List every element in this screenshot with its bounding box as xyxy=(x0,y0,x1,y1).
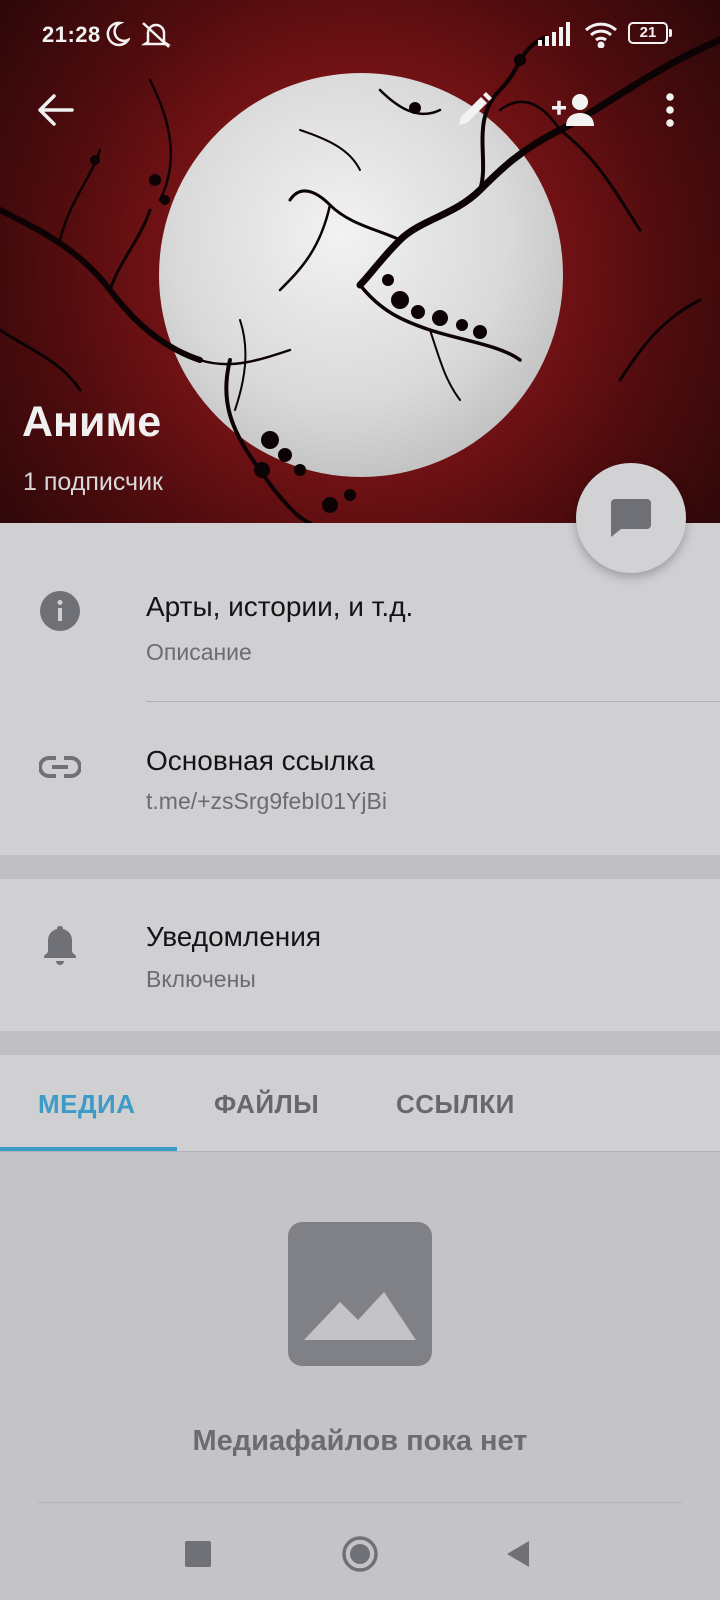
back-arrow-icon xyxy=(38,94,74,126)
signal-icon xyxy=(538,22,574,52)
add-subscriber-button[interactable] xyxy=(544,80,604,140)
bell-icon xyxy=(38,923,82,967)
more-options-button[interactable] xyxy=(640,80,700,140)
add-person-icon xyxy=(552,94,594,126)
info-icon xyxy=(38,589,82,633)
status-time: 21:28 xyxy=(42,22,101,47)
edit-button[interactable] xyxy=(444,80,504,140)
battery-icon: 21 xyxy=(628,22,672,44)
notifications-title: Уведомления xyxy=(146,921,322,952)
tab-files[interactable]: ФАЙЛЫ xyxy=(214,1089,319,1120)
active-tab-indicator xyxy=(0,1147,177,1151)
notifications-status: Включены xyxy=(146,966,256,992)
bell-off-icon xyxy=(140,20,172,56)
description-text: Арты, истории, и т.д. xyxy=(146,591,414,622)
media-tabs: МЕДИА ФАЙЛЫ ССЫЛКИ xyxy=(0,1055,720,1152)
wifi-icon xyxy=(584,20,618,54)
tab-links[interactable]: ССЫЛКИ xyxy=(396,1089,515,1120)
moon-icon xyxy=(104,20,132,54)
system-nav-bar xyxy=(0,1510,720,1600)
tab-media[interactable]: МЕДИА xyxy=(38,1089,136,1120)
link-icon xyxy=(38,745,82,789)
subscriber-count: 1 подписчик xyxy=(23,468,163,496)
channel-header: 21:28 21 Аниме 1 подписчик xyxy=(0,0,720,523)
nav-back-button[interactable] xyxy=(486,1522,550,1586)
recents-button[interactable] xyxy=(166,1522,230,1586)
divider xyxy=(38,1502,682,1503)
pencil-icon xyxy=(459,92,492,125)
chat-bubble-icon xyxy=(611,499,651,537)
home-button[interactable] xyxy=(328,1522,392,1586)
divider xyxy=(146,701,720,702)
recents-square-icon xyxy=(185,1541,211,1567)
link-value[interactable]: t.me/+zsSrg9febI01YjBi xyxy=(146,788,387,815)
back-button[interactable] xyxy=(26,80,86,140)
link-title: Основная ссылка xyxy=(146,745,375,776)
empty-media-text: Медиафайлов пока нет xyxy=(192,1425,528,1457)
section-gap xyxy=(0,1031,720,1055)
home-circle-icon xyxy=(342,1536,378,1572)
section-gap xyxy=(0,855,720,879)
status-bar: 21:28 21 xyxy=(0,0,720,70)
battery-level: 21 xyxy=(639,24,657,41)
discussion-button[interactable] xyxy=(576,463,686,573)
notifications-row[interactable]: Уведомления Включены xyxy=(0,879,720,1031)
description-label: Описание xyxy=(146,639,252,665)
image-placeholder-icon xyxy=(288,1222,432,1366)
channel-title: Аниме xyxy=(22,398,162,446)
more-vertical-icon xyxy=(666,93,674,127)
back-triangle-icon xyxy=(507,1541,529,1567)
info-section: Арты, истории, и т.д. Описание Основная … xyxy=(0,523,720,855)
